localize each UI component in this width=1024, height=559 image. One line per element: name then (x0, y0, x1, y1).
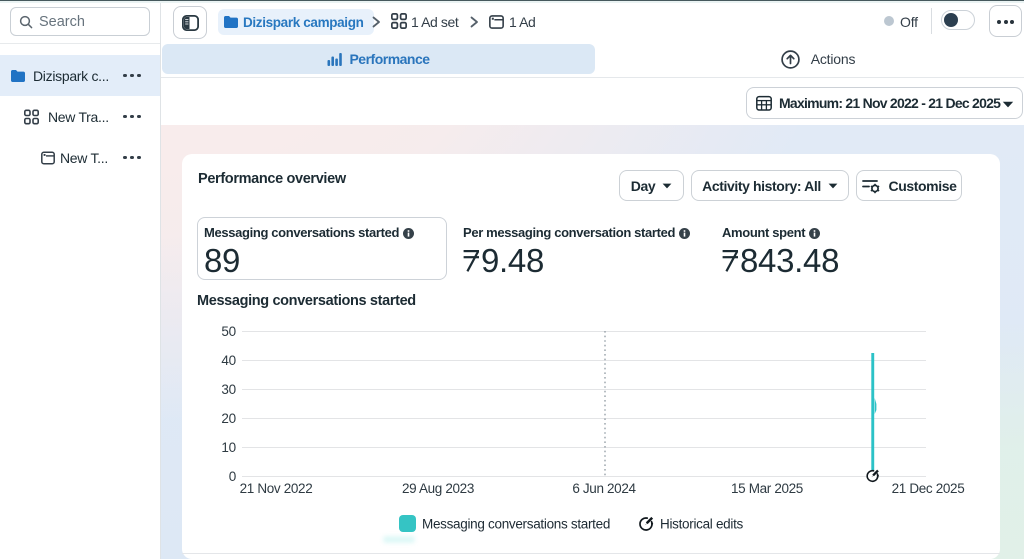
svg-text:15 Mar 2025: 15 Mar 2025 (731, 481, 803, 496)
svg-text:29 Aug 2023: 29 Aug 2023 (402, 481, 474, 496)
svg-text:21 Dec 2025: 21 Dec 2025 (892, 481, 965, 496)
svg-text:10: 10 (221, 440, 236, 455)
svg-text:40: 40 (221, 353, 236, 368)
svg-text:21 Nov 2022: 21 Nov 2022 (240, 481, 313, 496)
svg-text:6 Jun 2024: 6 Jun 2024 (572, 481, 636, 496)
svg-text:0: 0 (229, 469, 236, 484)
svg-text:Messaging conversations starte: Messaging conversations started (422, 517, 610, 532)
svg-text:20: 20 (221, 411, 236, 426)
svg-text:50: 50 (221, 324, 236, 339)
svg-text:Historical edits: Historical edits (660, 517, 744, 532)
svg-text:30: 30 (221, 382, 236, 397)
